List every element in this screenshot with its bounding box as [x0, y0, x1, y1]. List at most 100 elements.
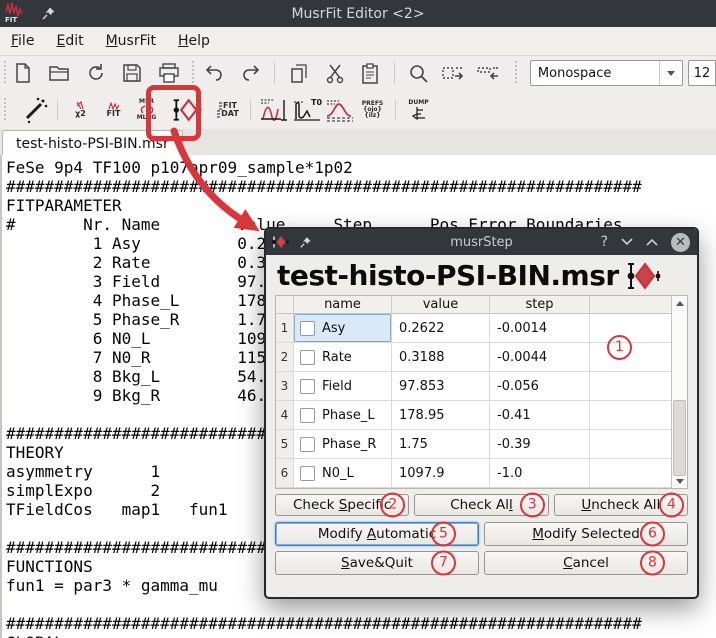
row-checkbox[interactable] — [300, 321, 315, 336]
row-checkbox[interactable] — [300, 350, 315, 365]
check-all-button[interactable]: Check All3 — [414, 494, 548, 516]
save-quit-button[interactable]: Save&Quit7 — [275, 551, 479, 575]
cell-value[interactable]: 1097.9 — [392, 459, 490, 488]
font-size-spinner[interactable]: 12 — [688, 60, 716, 86]
chevron-down-icon — [667, 71, 675, 76]
annotation-highlight-box — [146, 85, 201, 141]
toolbar-handle[interactable] — [3, 61, 8, 85]
reload-icon[interactable] — [84, 60, 108, 86]
prefs-icon[interactable]: PREFS {ojo} {ilz} — [356, 94, 389, 126]
fit-icon[interactable]: FIT — [97, 94, 130, 126]
find-previous-icon[interactable] — [476, 60, 500, 86]
cell-value[interactable]: 0.2622 — [392, 314, 490, 343]
scrollbar-thumb[interactable] — [673, 400, 686, 476]
uncheck-all-button[interactable]: Uncheck All4 — [554, 494, 688, 516]
copy-icon[interactable] — [287, 60, 311, 86]
window-titlebar: FIT MusrFit Editor <2> — [0, 0, 716, 27]
row-number: 2 — [276, 343, 294, 372]
chisq-icon[interactable]: χ2 — [64, 94, 97, 126]
cell-filler — [590, 430, 672, 459]
toolbar-separator — [250, 99, 251, 121]
row-checkbox[interactable] — [300, 437, 315, 452]
modify-automatic-button[interactable]: Modify Automatic5 — [275, 522, 479, 546]
vertical-scrollbar[interactable] — [671, 296, 687, 488]
find-next-icon[interactable] — [441, 60, 465, 86]
msr-wizard-icon[interactable] — [18, 94, 51, 126]
row-checkbox[interactable] — [300, 466, 315, 481]
cell-filler — [590, 314, 672, 343]
cut-icon[interactable] — [323, 60, 347, 86]
print-icon[interactable] — [157, 60, 181, 86]
cell-step[interactable]: -0.41 — [490, 401, 590, 430]
t0-icon[interactable]: T0 — [290, 94, 323, 126]
menu-item-edit[interactable]: Edit — [45, 30, 94, 52]
row-checkbox[interactable] — [300, 379, 315, 394]
column-header-name[interactable]: name — [294, 296, 392, 314]
cell-value[interactable]: 1.75 — [392, 430, 490, 459]
menu-item-file[interactable]: File — [0, 30, 45, 52]
column-header-step[interactable]: step — [490, 296, 590, 314]
scroll-down-button[interactable] — [672, 474, 687, 488]
toolbar-separator — [57, 99, 58, 121]
scroll-up-button[interactable] — [672, 296, 687, 310]
cell-name[interactable]: Asy — [294, 314, 392, 343]
open-file-icon[interactable] — [47, 60, 71, 86]
column-header-value[interactable]: value — [392, 296, 490, 314]
button-label: Check All — [450, 497, 513, 513]
font-size-value: 12 — [694, 66, 711, 81]
font-family-select[interactable]: Monospace — [530, 60, 683, 86]
toolbar-handle[interactable] — [514, 61, 519, 85]
param-name: Rate — [322, 350, 352, 365]
check-specific-button[interactable]: Check Specific2 — [275, 494, 409, 516]
cell-name[interactable]: N0_L — [294, 459, 392, 488]
new-file-icon[interactable] — [11, 60, 35, 86]
button-label: Save&Quit — [341, 555, 413, 571]
close-button[interactable]: ✕ — [671, 233, 690, 252]
corner-header-cell — [276, 296, 294, 314]
cell-name[interactable]: Field — [294, 372, 392, 401]
row-checkbox[interactable] — [300, 408, 315, 423]
redo-icon[interactable] — [239, 60, 263, 86]
cell-step[interactable]: -1.0 — [490, 459, 590, 488]
toolbar-handle[interactable] — [3, 98, 9, 122]
fit-dat-icon[interactable]: FIT DAT — [211, 94, 244, 126]
cell-value[interactable]: 178.95 — [392, 401, 490, 430]
svg-text:T0: T0 — [311, 98, 322, 107]
cell-name[interactable]: Phase_L — [294, 401, 392, 430]
find-icon[interactable] — [407, 60, 431, 86]
chevron-up-icon[interactable] — [646, 238, 658, 246]
dump-icon[interactable]: DUMP — [402, 94, 435, 126]
menu-item-musrfit[interactable]: MusrFit — [95, 30, 167, 52]
undo-icon[interactable] — [202, 60, 226, 86]
combo-dropdown-button[interactable] — [659, 61, 682, 85]
table-row: 5Phase_R1.75-0.39 — [276, 430, 687, 459]
toolbar-handle[interactable] — [191, 61, 196, 85]
cell-value[interactable]: 97.853 — [392, 372, 490, 401]
row-number: 6 — [276, 459, 294, 488]
cell-filler — [590, 372, 672, 401]
swap-plot-icon[interactable] — [257, 94, 290, 126]
cancel-button[interactable]: Cancel8 — [484, 551, 688, 575]
chevron-down-icon[interactable] — [621, 238, 633, 246]
cell-name[interactable]: Rate — [294, 343, 392, 372]
param-name: Field — [322, 379, 352, 394]
toolbar-separator — [395, 99, 396, 121]
table-header-row: name value step — [276, 296, 687, 314]
menu-item-help[interactable]: Help — [167, 30, 221, 52]
cell-filler — [590, 459, 672, 488]
cell-step[interactable]: -0.39 — [490, 430, 590, 459]
cell-name[interactable]: Phase_R — [294, 430, 392, 459]
fourier-icon[interactable] — [323, 94, 356, 126]
paste-icon[interactable] — [358, 60, 382, 86]
triangle-down-icon — [676, 479, 684, 484]
cell-value[interactable]: 0.3188 — [392, 343, 490, 372]
help-button[interactable]: ? — [601, 234, 608, 250]
button-label: Modify Selected — [532, 526, 640, 542]
annotation-circle-6: 6 — [640, 522, 665, 547]
row-number: 5 — [276, 430, 294, 459]
cell-step[interactable]: -0.0044 — [490, 343, 590, 372]
cell-step[interactable]: -0.056 — [490, 372, 590, 401]
save-icon[interactable] — [120, 60, 144, 86]
cell-step[interactable]: -0.0014 — [490, 314, 590, 343]
modify-selected-button[interactable]: Modify Selected6 — [484, 522, 688, 546]
